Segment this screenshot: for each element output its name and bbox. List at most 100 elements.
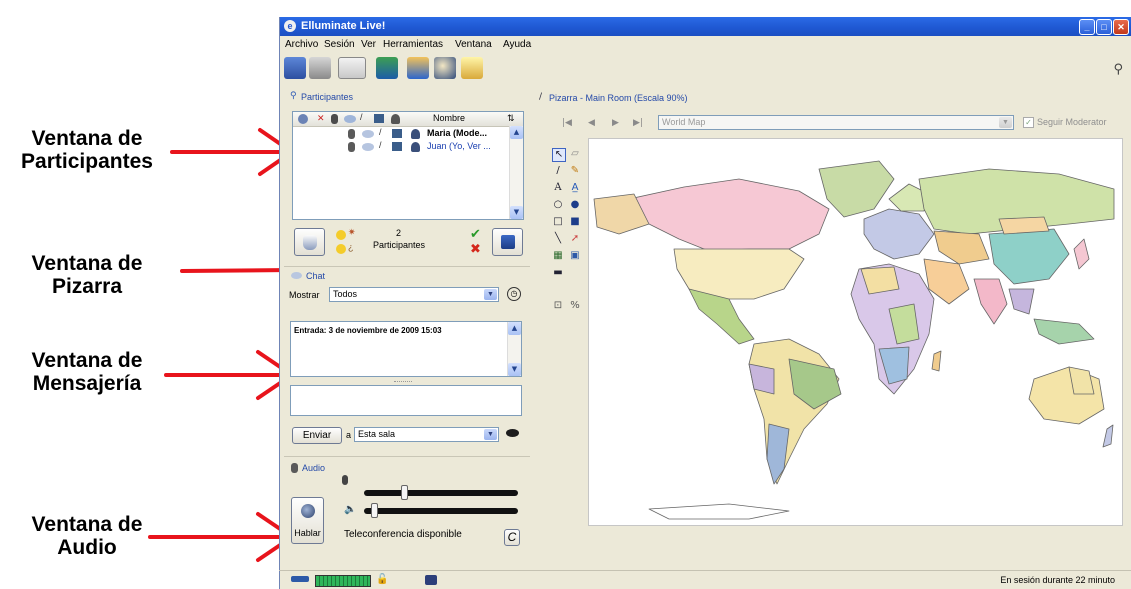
clipart-tool-icon[interactable]: ▣ <box>569 250 581 262</box>
question-icon[interactable]: ¿ <box>348 242 354 252</box>
screen-select-value: World Map <box>662 117 706 127</box>
menu-ventana[interactable]: Ventana <box>455 37 492 53</box>
app-share-icon <box>392 129 402 138</box>
column-name-header[interactable]: Nombre <box>433 113 465 123</box>
mic-column-icon <box>331 114 338 124</box>
highlighter-tool-icon[interactable]: ✎ <box>569 165 581 177</box>
text-box-tool-icon[interactable]: A̲ <box>569 182 581 194</box>
zoom-tool-icon[interactable]: % <box>569 300 581 312</box>
menu-sesion[interactable]: Sesión <box>324 37 355 53</box>
close-button[interactable]: ✕ <box>1113 19 1129 35</box>
chat-icon <box>362 143 374 151</box>
talk-button[interactable]: Hablar <box>291 497 324 544</box>
participant-count-label: Participantes <box>373 240 426 250</box>
app-share-icon[interactable] <box>376 57 398 79</box>
menu-ver[interactable]: Ver <box>361 37 376 53</box>
oval-tool-icon[interactable]: ○ <box>552 199 564 211</box>
next-page-icon[interactable]: ▶ <box>612 118 619 128</box>
speaker-volume-slider[interactable] <box>364 503 518 518</box>
speaker-volume-thumb[interactable] <box>371 503 378 518</box>
rectangle-tool-icon[interactable]: □ <box>552 216 564 228</box>
room-select[interactable]: Esta sala ▼ <box>354 427 499 442</box>
text-tool-icon[interactable]: A <box>552 182 564 194</box>
participant-row-2[interactable]: Juan (Yo, Ver ... <box>427 141 491 151</box>
raise-hand-button[interactable] <box>294 228 325 256</box>
raise-hand-column-icon <box>298 114 308 124</box>
no-cross-icon[interactable]: ✖ <box>470 241 481 257</box>
chat-column-icon <box>344 115 356 123</box>
map-region <box>1033 318 1095 345</box>
pen-tool-icon[interactable]: / <box>552 165 564 177</box>
clap-icon[interactable]: ✷ <box>348 227 356 238</box>
eye-icon[interactable] <box>506 429 519 437</box>
whiteboard-header-icon: / <box>539 92 543 102</box>
image-tool-icon[interactable]: ▦ <box>552 250 564 262</box>
map-region <box>628 178 830 252</box>
scroll-up-icon[interactable]: ▲ <box>510 126 523 139</box>
sad-icon[interactable] <box>336 244 346 254</box>
lock-icon[interactable]: 🔓 <box>376 571 388 589</box>
telephone-icon[interactable] <box>425 575 437 585</box>
save-icon[interactable] <box>284 57 306 79</box>
microphone-icon <box>301 504 315 518</box>
menu-herramientas[interactable]: Herramientas <box>383 37 443 53</box>
screen-select[interactable]: World Map ▼ <box>658 115 1014 130</box>
menu-archivo[interactable]: Archivo <box>285 37 318 53</box>
smiley-icon[interactable] <box>336 230 346 240</box>
room-select-value: Esta sala <box>358 429 396 439</box>
to-label: a <box>346 430 352 440</box>
eraser-tool-icon[interactable]: ▱ <box>569 148 581 160</box>
filled-rectangle-tool-icon[interactable]: ■ <box>569 216 581 228</box>
splitter-grip[interactable] <box>394 381 412 384</box>
previous-page-icon[interactable]: ◀ <box>588 118 595 128</box>
chat-scrollbar[interactable]: ▲ ▼ <box>507 322 521 376</box>
layout-icon[interactable] <box>338 57 366 79</box>
help-bulb-icon[interactable]: ⚲ <box>1113 62 1123 77</box>
scroll-down-icon[interactable]: ▼ <box>510 206 523 219</box>
scroll-up-icon[interactable]: ▲ <box>508 322 521 335</box>
mic-volume-thumb[interactable] <box>401 485 408 500</box>
yes-check-icon[interactable]: ✔ <box>470 226 481 242</box>
map-region <box>1008 288 1035 315</box>
teleconference-button[interactable]: C <box>504 529 520 546</box>
screen-capture-tool-icon[interactable]: ▬ <box>552 267 564 279</box>
audio-header: Audio <box>302 463 326 473</box>
chevron-down-icon: ▼ <box>484 429 497 440</box>
talk-label: Hablar <box>294 528 321 538</box>
print-icon[interactable] <box>309 57 331 79</box>
scroll-down-icon[interactable]: ▼ <box>508 363 521 376</box>
participants-scrollbar[interactable]: ▲ ▼ <box>509 126 523 219</box>
line-tool-icon[interactable]: ╲ <box>552 233 564 245</box>
map-region <box>1028 366 1105 425</box>
map-region <box>1073 238 1090 270</box>
menu-ayuda[interactable]: Ayuda <box>503 37 531 53</box>
exit-button[interactable] <box>492 228 523 256</box>
minimize-button[interactable]: _ <box>1079 19 1095 35</box>
chat-input[interactable] <box>290 385 522 416</box>
last-page-icon[interactable]: ▶| <box>633 118 643 128</box>
pointer-tool-icon[interactable]: ➚ <box>569 233 581 245</box>
profile-icon[interactable] <box>434 57 456 79</box>
transfer-icon[interactable] <box>407 57 429 79</box>
whiteboard-canvas[interactable] <box>588 138 1123 526</box>
clock-icon[interactable]: ◷ <box>507 287 521 301</box>
select-tool-icon[interactable]: ↖ <box>552 148 566 162</box>
filled-oval-tool-icon[interactable]: ● <box>569 199 581 211</box>
mic-volume-slider[interactable] <box>364 485 518 500</box>
resize-tool-icon[interactable]: ⊡ <box>552 300 564 312</box>
session-duration: En sesión durante 22 minuto <box>1000 575 1115 585</box>
chat-entry: Entrada: 3 de noviembre de 2009 15:03 <box>294 326 442 335</box>
first-page-icon[interactable]: |◀ <box>562 118 572 128</box>
send-button[interactable]: Enviar <box>292 427 342 444</box>
map-region <box>931 350 942 372</box>
show-select[interactable]: Todos ▼ <box>329 287 499 302</box>
follow-moderator-checkbox[interactable]: ✓ <box>1023 117 1034 128</box>
participant-count: 2 <box>396 228 402 238</box>
sort-icon[interactable]: ⇅ <box>507 113 515 124</box>
participants-header-icon: ⚲ <box>290 91 297 101</box>
moderator-icon <box>411 129 420 139</box>
participant-row-1[interactable]: Maria (Mode... <box>427 128 487 138</box>
maximize-button[interactable]: □ <box>1096 19 1112 35</box>
map-region <box>988 228 1070 285</box>
notes-icon[interactable] <box>461 57 483 79</box>
